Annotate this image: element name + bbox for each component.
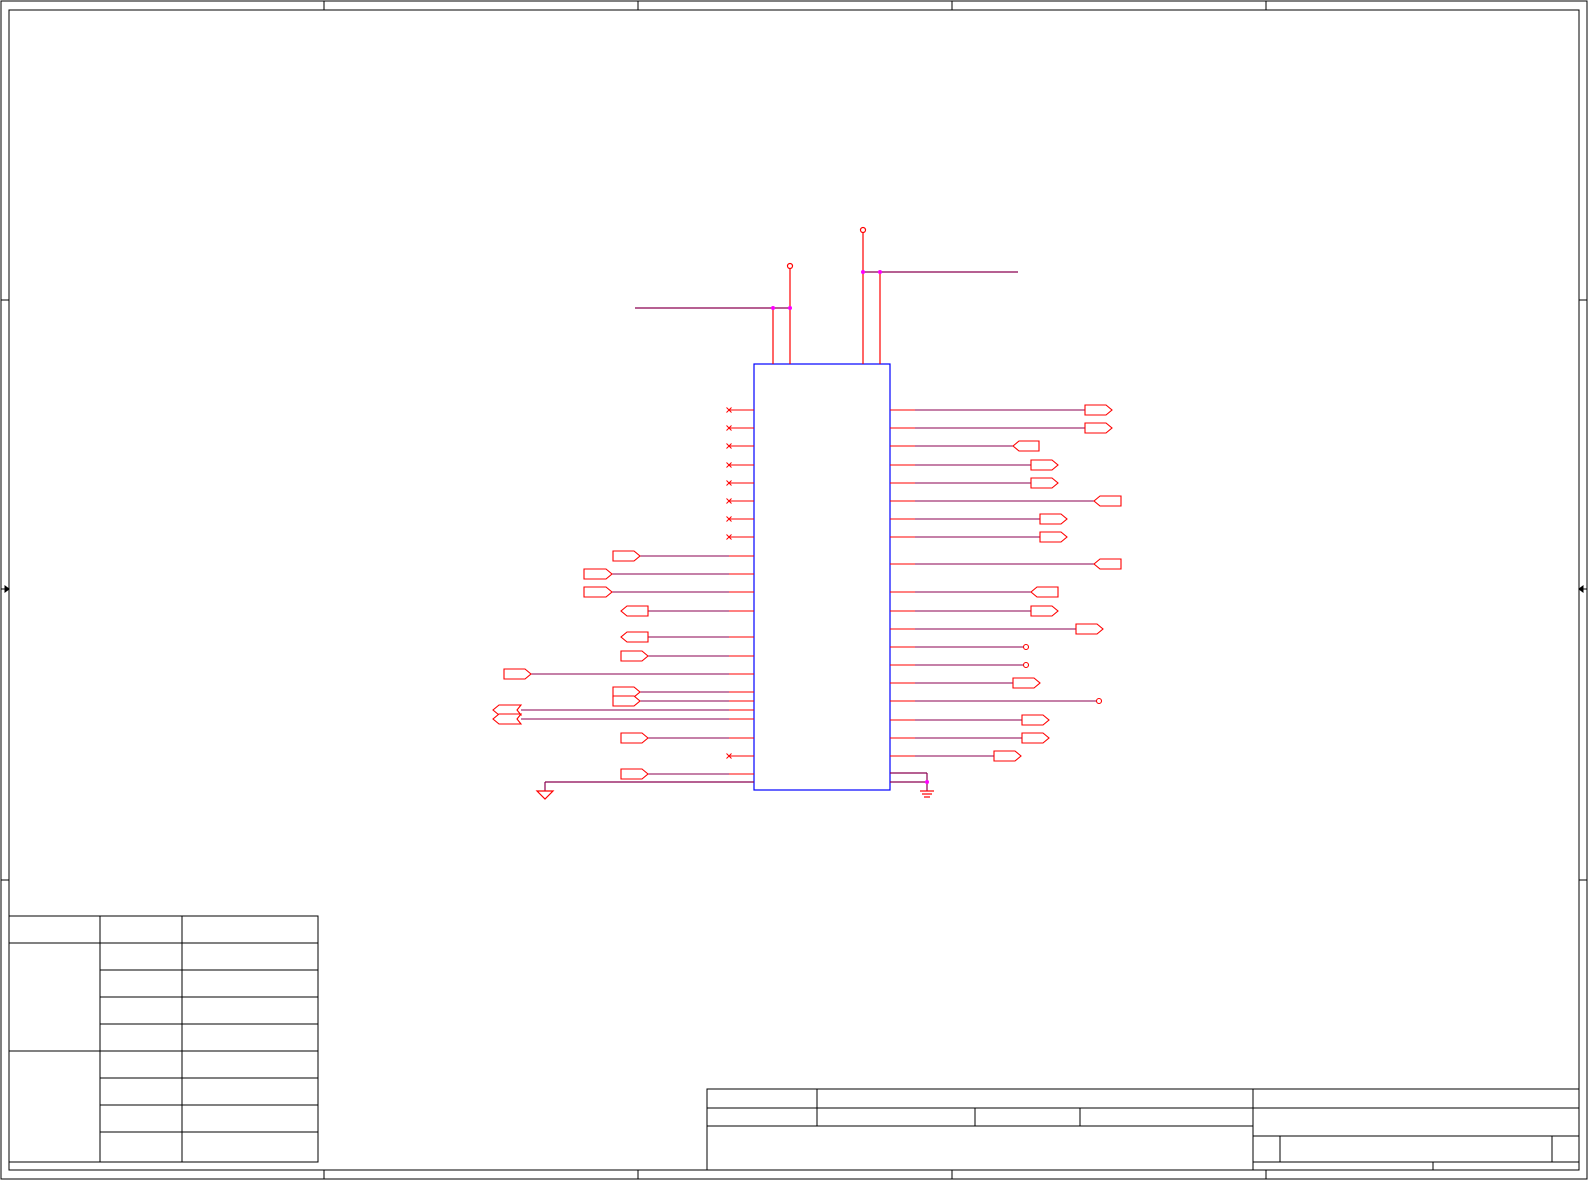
net-label-flag: [993, 750, 1022, 762]
junctions: [771, 270, 882, 310]
right-pin-13[interactable]: [890, 643, 1030, 651]
right-pin-14[interactable]: [890, 661, 1030, 669]
revision-table: [8, 915, 319, 1163]
left-pins: [492, 407, 755, 780]
port-circle-icon: [1022, 661, 1030, 669]
left-pin-4[interactable]: [726, 462, 755, 468]
right-pin-7[interactable]: [890, 513, 1068, 525]
title-block: [706, 1088, 1580, 1171]
net-label-flag: [1093, 495, 1122, 507]
schematic-sheet: [0, 0, 1589, 1180]
net-label-flag: [1021, 714, 1050, 726]
ic-component-body[interactable]: [753, 363, 891, 791]
net-label-flag: [1039, 513, 1068, 525]
power-port-icon: [786, 262, 794, 270]
left-pin-11[interactable]: [583, 586, 754, 598]
right-pin-3[interactable]: [890, 440, 1040, 452]
frame-arrows: [1, 585, 1587, 593]
junction-dot: [788, 306, 792, 310]
net-label-flag: [620, 605, 649, 617]
net-label-flag: [620, 732, 649, 744]
left-pin-21[interactable]: [726, 753, 755, 759]
right-pin-16[interactable]: [890, 697, 1103, 705]
left-pin-10[interactable]: [583, 568, 754, 580]
net-label-flag: [1012, 440, 1040, 452]
left-pin-1[interactable]: [726, 407, 755, 413]
left-pin-5[interactable]: [726, 480, 755, 486]
junction-dot: [861, 270, 865, 274]
net-label-flag: [620, 650, 649, 662]
right-pin-1[interactable]: [890, 404, 1113, 416]
right-pin-8[interactable]: [890, 531, 1068, 543]
left-pin-3[interactable]: [726, 443, 755, 449]
left-pin-2[interactable]: [726, 425, 755, 431]
net-label-flag: [1084, 422, 1113, 434]
outer-border: [0, 0, 1588, 1180]
left-pin-22[interactable]: [620, 768, 754, 780]
ground-triangle-icon: [535, 790, 555, 800]
net-label-flag: [1030, 605, 1059, 617]
right-pin-10[interactable]: [890, 586, 1059, 598]
right-pin-18[interactable]: [890, 732, 1050, 744]
right-pin-9[interactable]: [890, 558, 1122, 570]
power-port-icon: [859, 226, 867, 234]
left-pin-19[interactable]: [492, 713, 754, 725]
left-arrow-icon: [1578, 585, 1584, 593]
net-label-flag: [1093, 558, 1122, 570]
right-arrow-icon: [4, 585, 10, 593]
port-circle-icon: [1095, 697, 1103, 705]
left-pin-15[interactable]: [503, 668, 754, 680]
net-label-flag: [620, 631, 649, 643]
net-label-flag: [492, 713, 523, 725]
junction-dot: [771, 306, 775, 310]
left-pin-17[interactable]: [612, 695, 754, 707]
net-label-flag: [1084, 404, 1113, 416]
right-pin-17[interactable]: [890, 714, 1050, 726]
left-pin-20[interactable]: [620, 732, 754, 744]
junction-dot: [925, 780, 929, 784]
right-pin-6[interactable]: [890, 495, 1122, 507]
junction-dot: [878, 270, 882, 274]
inner-border: [8, 9, 1580, 1171]
net-label-flag: [1021, 732, 1050, 744]
right-pin-19[interactable]: [890, 750, 1022, 762]
right-pin-15[interactable]: [890, 677, 1041, 689]
schematic-canvas: [0, 0, 1588, 1180]
net-label-flag: [1012, 677, 1041, 689]
ground-symbol-right: [890, 772, 934, 798]
net-label-flag: [1030, 459, 1059, 471]
net-label-flag: [612, 695, 641, 707]
top-power-pins: [635, 226, 1018, 364]
net-label-flag: [1075, 623, 1104, 635]
net-label-flag: [1039, 531, 1068, 543]
ground-symbol-left: [535, 781, 754, 800]
left-pin-12[interactable]: [620, 605, 754, 617]
right-pin-4[interactable]: [890, 459, 1059, 471]
port-circle-icon: [1022, 643, 1030, 651]
net-label-flag: [1030, 477, 1059, 489]
left-pin-9[interactable]: [612, 550, 754, 562]
net-label-flag: [1030, 586, 1059, 598]
net-label-flag: [612, 550, 641, 562]
left-pin-13[interactable]: [620, 631, 754, 643]
left-pin-6[interactable]: [726, 498, 755, 504]
right-pin-2[interactable]: [890, 422, 1113, 434]
left-pin-8[interactable]: [726, 534, 755, 540]
right-pin-5[interactable]: [890, 477, 1059, 489]
drawing-frame: [0, 0, 1588, 1180]
left-pin-14[interactable]: [620, 650, 754, 662]
right-pin-11[interactable]: [890, 605, 1059, 617]
net-label-flag: [620, 768, 649, 780]
net-label-flag: [503, 668, 532, 680]
net-label-flag: [583, 586, 613, 598]
right-pin-12[interactable]: [890, 623, 1104, 635]
net-label-flag: [583, 568, 613, 580]
right-pins: [890, 404, 1122, 762]
left-pin-7[interactable]: [726, 516, 755, 522]
